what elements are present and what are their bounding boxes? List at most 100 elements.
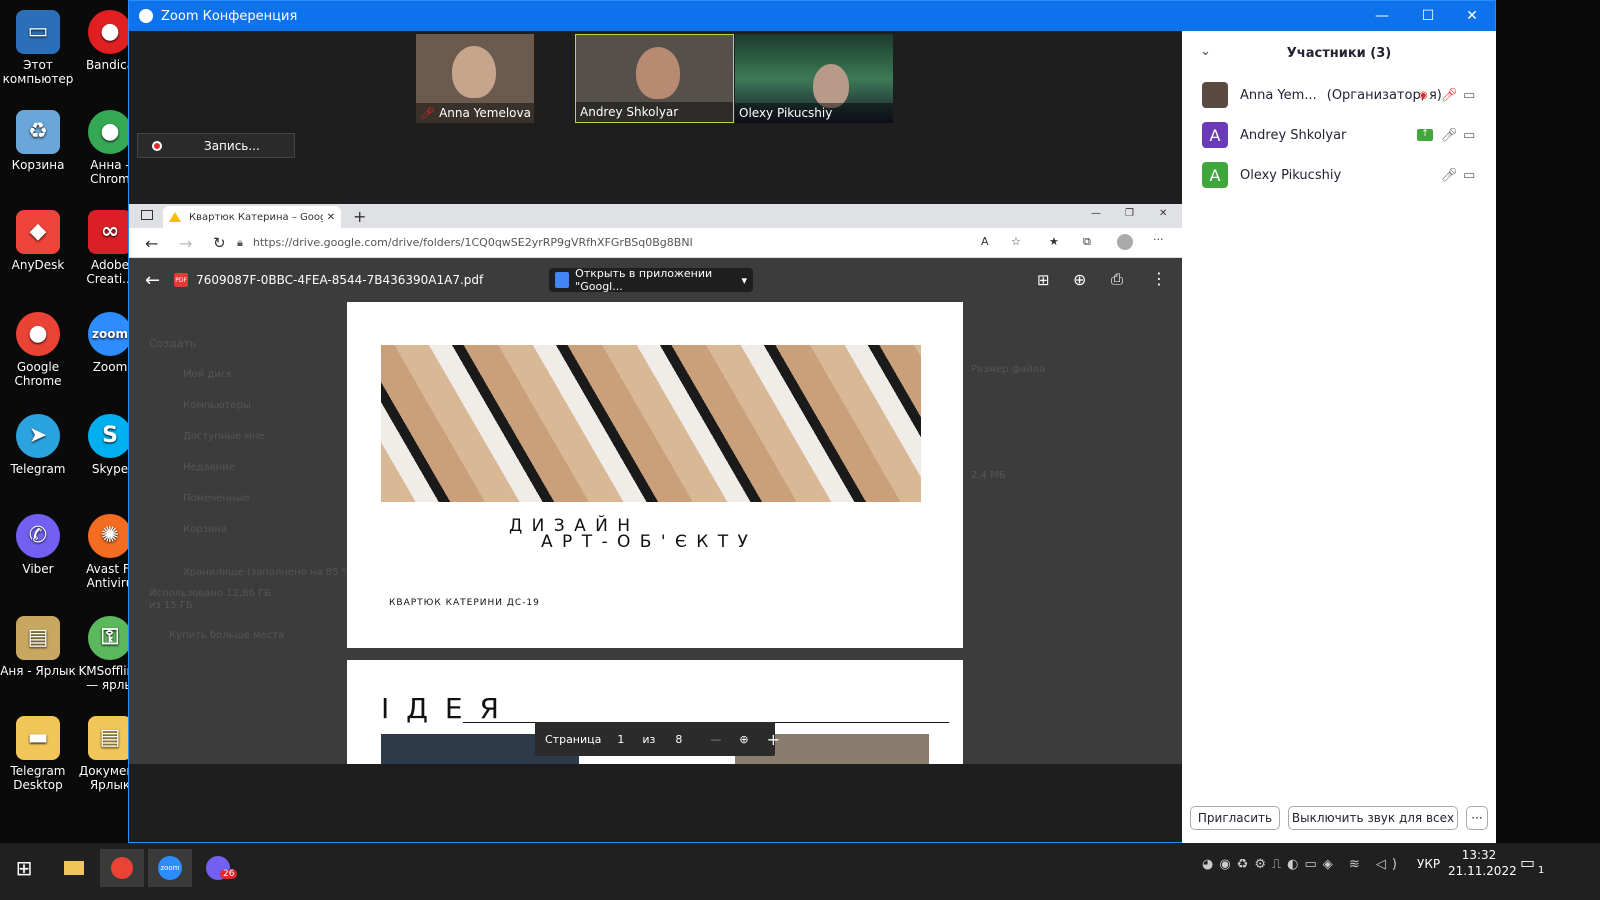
- key-icon: ⚿: [88, 616, 132, 660]
- more-options-button[interactable]: ···: [1466, 806, 1488, 830]
- print-icon[interactable]: ⎙: [1111, 270, 1123, 288]
- browser-restore-icon[interactable]: ❐: [1125, 208, 1134, 219]
- telegram-desktop-folder[interactable]: ▬ Telegram Desktop: [0, 716, 76, 792]
- taskbar: ⊞ zoom 26 ◕◉♻⚙⎍◐▭◈ ≋ ◁) УКР 13:32 21.11.…: [0, 843, 1600, 900]
- page-controls: Страница 1 из 8 — ⊕ +: [535, 722, 780, 756]
- mic-icon[interactable]: 🎤︎: [1441, 168, 1458, 183]
- pdf-back-arrow-icon[interactable]: ←: [145, 270, 160, 291]
- desktop-icon-label: Avast Fr Antiviru: [86, 562, 134, 590]
- page-number-input[interactable]: 1: [617, 733, 624, 746]
- video-tile-olexy[interactable]: Olexy Pikucshiy: [735, 34, 893, 123]
- minimize-button[interactable]: —: [1359, 1, 1405, 31]
- back-arrow-icon[interactable]: ←: [145, 234, 158, 253]
- participant-row[interactable]: A Andrey Shkolyar ↑ 🎤︎ ▭: [1182, 115, 1496, 155]
- zoom-logo-icon: [139, 9, 153, 23]
- zoom-reset-icon[interactable]: ⊕: [739, 733, 748, 746]
- drive-file-size-value: 2,4 МБ: [971, 470, 1006, 481]
- mic-icon[interactable]: 🎤︎: [1441, 128, 1458, 143]
- add-to-drive-icon[interactable]: ⊞: [1037, 271, 1050, 289]
- profile-icon[interactable]: [1117, 234, 1133, 250]
- collections-icon[interactable]: ⧉: [1083, 235, 1091, 249]
- open-in-app-label: Открыть в приложении "Googl...: [575, 267, 713, 293]
- google-docs-icon: [555, 272, 570, 288]
- collapse-chevron-icon[interactable]: ⌄: [1200, 44, 1211, 59]
- screen-share-icon: ↑: [1417, 129, 1433, 141]
- add-comment-icon[interactable]: ⊕: [1073, 270, 1086, 289]
- file-explorer-icon[interactable]: [52, 849, 96, 887]
- bandicam-icon: ●: [88, 10, 132, 54]
- anydesk-icon: ◆: [16, 210, 60, 254]
- tab-actions-icon[interactable]: [141, 210, 153, 220]
- drive-my-drive: Мой диск: [183, 369, 233, 380]
- zoom-in-icon[interactable]: +: [767, 730, 780, 749]
- desktop-icon-label: Bandica: [85, 58, 135, 72]
- close-button[interactable]: ✕: [1449, 1, 1495, 31]
- viber-shortcut[interactable]: ✆ Viber: [0, 514, 76, 576]
- participant-row[interactable]: Anna Yem... (Организатор, я) ◉ 🎤︎ ▭: [1182, 75, 1496, 115]
- browser-close-icon[interactable]: ✕: [1159, 208, 1167, 219]
- read-aloud-icon[interactable]: A: [981, 235, 989, 248]
- muted-mic-icon: 🎤︎: [420, 106, 436, 120]
- pdf-filename: 7609087F-0BBC-4FEA-8544-7B436390A1A7.pdf: [196, 273, 484, 287]
- open-in-app-button[interactable]: Открыть в приложении "Googl... ▾: [549, 267, 753, 293]
- chrome-shortcut[interactable]: ● Google Chrome: [0, 312, 76, 388]
- viber-taskbar-icon[interactable]: 26: [196, 849, 240, 887]
- participant-row[interactable]: A Olexy Pikucshiy 🎤︎ ▭: [1182, 155, 1496, 195]
- browser-tab[interactable]: Квартюк Катерина – Google Ди... ✕: [163, 206, 341, 228]
- desktop-icon-label: AnyDesk: [11, 258, 65, 272]
- favorite-icon[interactable]: ☆: [1011, 235, 1021, 248]
- camera-icon[interactable]: ▭: [1463, 168, 1475, 183]
- page-of-label: из: [642, 732, 656, 746]
- recycle-bin-shortcut[interactable]: ♻ Корзина: [0, 110, 76, 172]
- pdf-file-icon: PDF: [174, 273, 189, 287]
- zoom-taskbar-icon[interactable]: zoom: [148, 849, 192, 887]
- desktop-icon-label: Анна - Chrom: [90, 158, 130, 186]
- windows-start-icon[interactable]: ⊞: [2, 849, 46, 887]
- video-tile-andrey[interactable]: Andrey Shkolyar: [575, 34, 734, 123]
- page1-author: КВАРТЮК КАТЕРИНИ ДС-19: [389, 598, 540, 608]
- recording-indicator[interactable]: Запись...: [137, 133, 295, 158]
- hexagon-mirror-image: [381, 345, 921, 502]
- new-tab-icon[interactable]: +: [353, 207, 366, 226]
- language-indicator[interactable]: УКР: [1417, 857, 1440, 871]
- mute-all-button[interactable]: Выключить звук для всех: [1288, 806, 1458, 830]
- notifications-icon[interactable]: ▭: [1520, 853, 1535, 872]
- clock[interactable]: 13:32 21.11.2022: [1448, 847, 1517, 879]
- browser-menu-icon[interactable]: ···: [1153, 233, 1164, 246]
- system-tray-icons[interactable]: ◕◉♻⚙⎍◐▭◈ ≋ ◁): [1202, 857, 1403, 872]
- anydesk-shortcut[interactable]: ◆ AnyDesk: [0, 210, 76, 272]
- participant-video: [636, 47, 680, 99]
- clock-date: 21.11.2022: [1448, 864, 1517, 878]
- participant-name: Olexy Pikucshiy: [1240, 167, 1342, 183]
- telegram-shortcut[interactable]: ➤ Telegram: [0, 414, 76, 476]
- camera-icon[interactable]: ▭: [1463, 88, 1475, 103]
- browser-tab-bar: Квартюк Катерина – Google Ди... ✕ + — ❐ …: [129, 204, 1182, 228]
- video-tile-anna[interactable]: 🎤︎ Anna Yemelova: [416, 34, 534, 123]
- participant-name: Anna Yem...: [1240, 87, 1317, 103]
- viber-notification-badge: 26: [220, 869, 238, 879]
- url-field[interactable]: 🔒︎ https://drive.google.com/drive/folder…: [237, 232, 957, 254]
- video-name: Andrey Shkolyar: [580, 105, 679, 119]
- invite-button[interactable]: Пригласить: [1190, 806, 1280, 830]
- this-pc-shortcut[interactable]: ▭ Этот компьютер: [0, 10, 76, 86]
- drive-create: Создать: [149, 337, 197, 350]
- anya-shortcut[interactable]: ▤ Аня - Ярлык: [0, 616, 76, 678]
- browser-address-bar: ← → ↻ 🔒︎ https://drive.google.com/drive/…: [129, 228, 1182, 258]
- zoom-out-icon[interactable]: —: [710, 733, 721, 746]
- participant-video: [452, 46, 496, 98]
- reload-icon[interactable]: ↻: [213, 234, 226, 252]
- maximize-button[interactable]: ☐: [1405, 1, 1451, 31]
- video-name: Anna Yemelova: [439, 106, 531, 120]
- desktop-icon-label: Google Chrome: [14, 360, 62, 388]
- browser-minimize-icon[interactable]: —: [1091, 208, 1101, 219]
- tab-close-icon[interactable]: ✕: [327, 212, 335, 223]
- muted-mic-icon[interactable]: 🎤︎: [1441, 88, 1458, 103]
- forward-arrow-icon[interactable]: →: [179, 234, 192, 253]
- telegram-icon: ➤: [16, 414, 60, 458]
- more-options-icon[interactable]: ⋮: [1151, 269, 1167, 288]
- chrome-taskbar-icon[interactable]: [100, 849, 144, 887]
- camera-icon[interactable]: ▭: [1463, 128, 1475, 143]
- chevron-down-icon[interactable]: ▾: [741, 274, 747, 287]
- lock-icon: 🔒︎: [237, 235, 243, 249]
- favorites-list-icon[interactable]: ★: [1049, 235, 1059, 248]
